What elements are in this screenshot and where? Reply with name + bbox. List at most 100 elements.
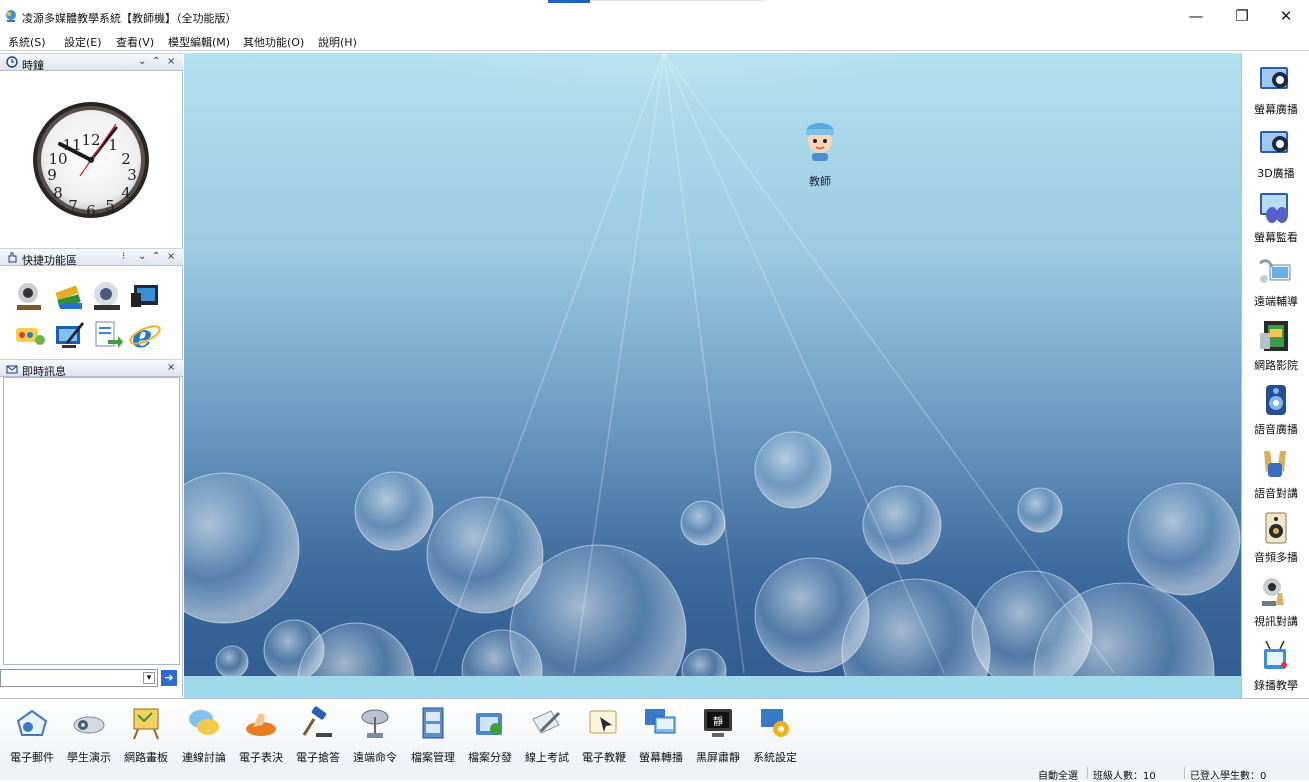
voice-talk-button[interactable]: 語音對講 [1242, 441, 1309, 505]
collapse-down-icon[interactable]: ⌄ [138, 56, 146, 67]
remote-assist-icon [1259, 259, 1291, 283]
webcam-icon[interactable] [13, 279, 47, 313]
network-cinema-button[interactable]: 網路影院 [1242, 313, 1309, 377]
clock-panel-header: 時鐘 ⌄ ⌃ × [0, 53, 183, 72]
panel-close-icon[interactable]: × [167, 251, 175, 262]
edit-screen-icon[interactable] [52, 318, 86, 352]
black-screen-button[interactable]: 靜 黑屏肅靜 [690, 703, 746, 764]
collapse-down-icon[interactable]: ⌄ [138, 251, 146, 262]
screen-relay-icon [645, 709, 676, 734]
menu-view[interactable]: 查看(V) [116, 34, 154, 50]
grip-icon[interactable]: ⁝ [122, 251, 125, 262]
minimize-button[interactable]: — [1176, 4, 1216, 28]
analog-clock-icon: 12 1 2 3 4 5 6 7 8 9 10 11 [33, 102, 149, 220]
binoculars-monitor-icon [1260, 193, 1288, 223]
clock-numeral-9: 9 [47, 166, 57, 184]
internet-explorer-icon[interactable]: e [128, 318, 162, 352]
system-settings-button[interactable]: 系統設定 [747, 703, 803, 764]
screen-monitor-label: 螢幕監看 [1254, 231, 1298, 244]
folder-send-icon [476, 713, 502, 735]
status-separator [1184, 767, 1185, 779]
clock-numeral-12: 12 [81, 131, 100, 149]
collapse-up-icon[interactable]: ⌃ [152, 251, 160, 262]
3d-broadcast-icon [1260, 131, 1288, 153]
easel-icon [133, 708, 159, 740]
email-button[interactable]: 電子郵件 [4, 703, 60, 764]
menu-system[interactable]: 系統(S) [8, 34, 46, 50]
online-exam-label: 線上考試 [525, 751, 569, 764]
online-exam-button[interactable]: 線上考試 [519, 703, 575, 764]
e-pointer-label: 電子教鞭 [582, 751, 626, 764]
voice-broadcast-label: 語音廣播 [1254, 423, 1298, 436]
tab-divider [590, 0, 765, 1]
black-screen-label: 黑屏肅靜 [696, 751, 740, 764]
file-manage-button[interactable]: 檔案管理 [405, 703, 461, 764]
collapse-up-icon[interactable]: ⌃ [152, 56, 160, 67]
classroom-desktop[interactable]: 教師 [184, 53, 1241, 698]
clock-numeral-6: 6 [86, 202, 96, 220]
black-screen-icon: 靜 [704, 709, 732, 737]
hand-pointer-icon [8, 252, 17, 263]
document-arrow-icon[interactable] [90, 318, 124, 352]
file-cabinet-icon [422, 707, 444, 739]
monitor-bag-icon[interactable] [128, 279, 162, 313]
vote-hand-icon [246, 713, 276, 736]
handset-icon [1264, 451, 1286, 477]
exam-pen-icon [532, 710, 561, 734]
file-distribute-label: 檔案分發 [468, 751, 512, 764]
pointer-icon [589, 710, 617, 734]
file-distribute-button[interactable]: 檔案分發 [462, 703, 518, 764]
vote-button[interactable]: 電子表決 [233, 703, 289, 764]
teacher-avatar-icon[interactable] [798, 119, 842, 163]
panel-close-icon[interactable]: × [167, 56, 175, 67]
email-label: 電子郵件 [10, 751, 54, 764]
video-talk-button[interactable]: 視訊對講 [1242, 569, 1309, 633]
send-button[interactable]: ➔ [161, 670, 177, 686]
restore-button[interactable]: ❐ [1222, 4, 1262, 28]
close-button[interactable]: ✕ [1266, 4, 1306, 28]
clock-icon [6, 56, 18, 68]
quick-answer-button[interactable]: 電子搶答 [290, 703, 346, 764]
status-separator [1087, 767, 1088, 779]
3d-broadcast-button[interactable]: 3D廣播 [1242, 121, 1309, 185]
title-bar: 凌源多媒體教學系統【教師機】（全功能版） — ❐ ✕ [0, 0, 1309, 31]
screen-relay-button[interactable]: 螢幕轉播 [633, 703, 689, 764]
student-demo-button[interactable]: 學生演示 [61, 703, 117, 764]
e-pointer-button[interactable]: 電子教鞭 [576, 703, 632, 764]
clock-numeral-5: 5 [105, 197, 115, 215]
chevron-down-icon[interactable]: ▾ [143, 672, 155, 684]
discussion-button[interactable]: 連線討論 [176, 703, 232, 764]
projector-icon [73, 716, 105, 734]
screen-monitor-button[interactable]: 螢幕監看 [1242, 185, 1309, 249]
screen-broadcast-button[interactable]: 螢幕廣播 [1242, 57, 1309, 121]
menu-other[interactable]: 其他功能(O) [243, 34, 304, 50]
film-projector-icon[interactable] [90, 279, 124, 313]
video-talk-icon [1262, 578, 1284, 606]
quick-panel-header: 快捷功能區 ⁝ ⌄ ⌃ × [0, 248, 183, 267]
remote-assist-button[interactable]: 遠端輔導 [1242, 249, 1309, 313]
system-settings-label: 系統設定 [753, 751, 797, 764]
screen-relay-label: 螢幕轉播 [639, 751, 683, 764]
recording-teaching-button[interactable]: 錄播教學 [1242, 633, 1309, 697]
desktop-floor [184, 676, 1241, 698]
panel-close-icon[interactable]: × [167, 362, 175, 373]
message-log[interactable] [3, 377, 180, 665]
color-palette-icon[interactable] [13, 318, 47, 352]
whiteboard-label: 網路畫板 [124, 751, 168, 764]
remote-command-button[interactable]: 遠端命令 [347, 703, 403, 764]
voice-broadcast-button[interactable]: 語音廣播 [1242, 377, 1309, 441]
window-title: 凌源多媒體教學系統【教師機】（全功能版） [22, 12, 237, 25]
student-demo-label: 學生演示 [67, 751, 111, 764]
menu-settings[interactable]: 設定(E) [64, 34, 102, 50]
menu-model-edit[interactable]: 模型編輯(M) [168, 34, 230, 50]
network-cinema-label: 網路影院 [1254, 359, 1298, 372]
recording-tv-icon [1264, 640, 1287, 669]
books-icon[interactable] [52, 279, 86, 313]
whiteboard-button[interactable]: 網路畫板 [118, 703, 174, 764]
message-input[interactable]: ▾ [0, 669, 158, 687]
menu-help[interactable]: 說明(H) [318, 34, 357, 50]
video-talk-label: 視訊對講 [1254, 615, 1298, 628]
audio-multicast-button[interactable]: 音頻多播 [1242, 505, 1309, 569]
menu-bar: 系統(S) 設定(E) 查看(V) 模型編輯(M) 其他功能(O) 說明(H) [0, 31, 1309, 51]
clock-face: 12 1 2 3 4 5 6 7 8 9 10 11 [0, 72, 183, 248]
